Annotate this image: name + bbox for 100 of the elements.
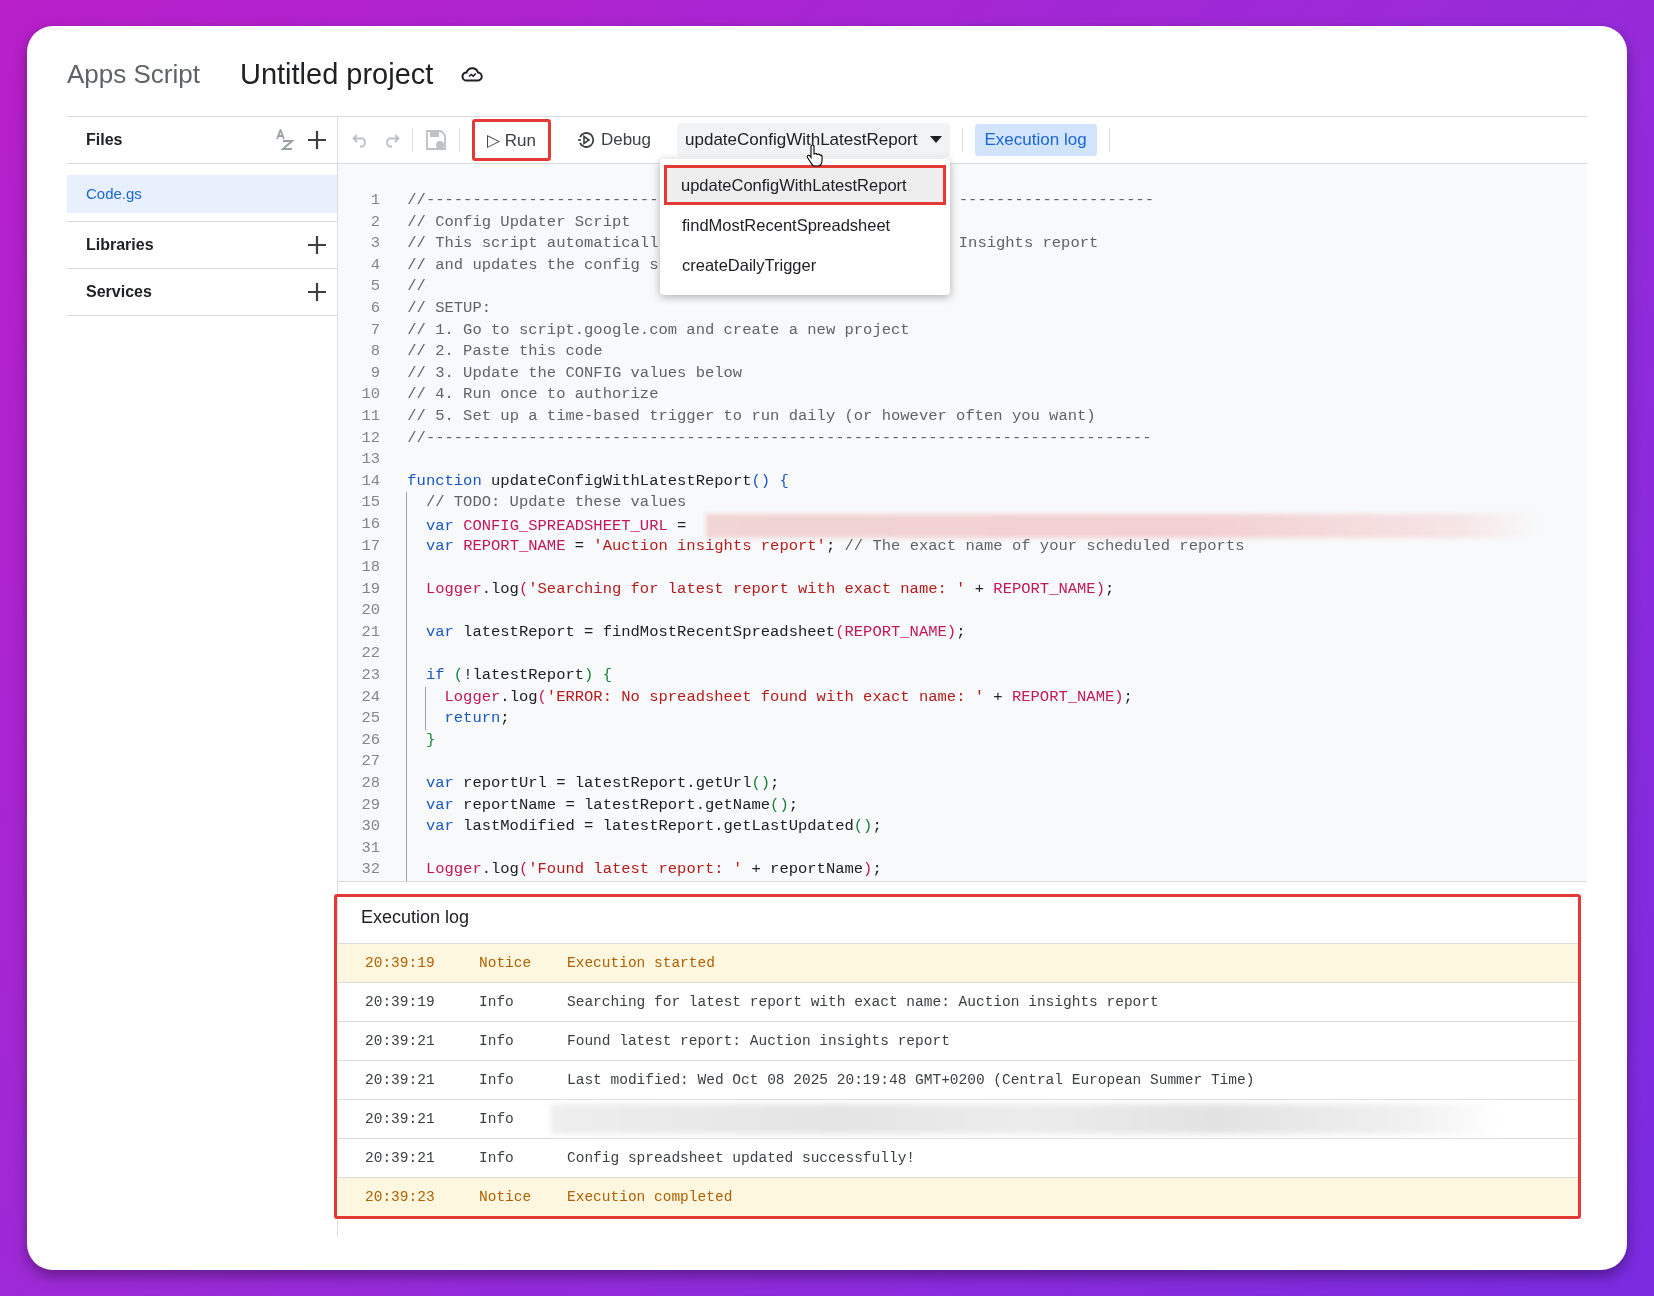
log-time: 20:39:19	[364, 994, 436, 1010]
code-line: Logger.log('ERROR: No spreadsheet found with exact name: ' + REPORT_NAME);	[444, 686, 1133, 708]
menu-item[interactable]: createDailyTrigger	[664, 245, 946, 285]
code-line: // 4. Run once to authorize	[407, 384, 659, 406]
log-time: 20:39:23	[364, 1189, 436, 1205]
code-line: //	[407, 276, 426, 298]
code-line: var reportUrl = latestReport.getUrl();	[425, 773, 780, 795]
project-title[interactable]: Untitled project	[239, 57, 434, 91]
line-number: 30	[360, 816, 380, 838]
line-number: 9	[369, 362, 380, 384]
log-message: Searching for latest report with exact name: Auction insights report	[567, 994, 1159, 1010]
product-name: Apps Script	[67, 58, 200, 90]
log-message: Execution started	[567, 955, 715, 971]
line-number: 23	[360, 665, 380, 687]
section-label: Services	[86, 283, 152, 301]
log-message: Found latest report: Auction insights report	[567, 1033, 950, 1049]
log-level: Info	[479, 1033, 515, 1049]
line-number: 27	[360, 751, 380, 773]
log-level: Info	[479, 994, 515, 1010]
menu-item[interactable]: updateConfigWithLatestReport	[664, 165, 946, 205]
line-number: 20	[360, 600, 380, 622]
run-button[interactable]: ▷ Run	[472, 119, 551, 161]
code-line: // 2. Paste this code	[407, 341, 603, 363]
code-line: Insights report	[958, 233, 1099, 255]
function-select[interactable]: updateConfigWithLatestReport	[677, 123, 950, 157]
log-time: 20:39:21	[364, 1033, 436, 1049]
add-icon[interactable]	[307, 130, 327, 150]
line-number: 19	[360, 578, 380, 600]
line-number: 11	[360, 405, 380, 427]
code-editor[interactable]	[338, 164, 1587, 882]
code-line: var reportName = latestReport.getName();	[425, 794, 798, 816]
line-number: 17	[360, 535, 380, 557]
add-icon[interactable]	[307, 235, 327, 255]
section-label: Libraries	[86, 236, 154, 254]
log-level: Notice	[479, 955, 533, 971]
line-number: 21	[360, 621, 380, 643]
code-line: // 1. Go to script.google.com and create a new project	[407, 319, 910, 341]
line-number: 25	[360, 708, 380, 730]
line-number: 1	[369, 190, 380, 211]
code-line: var REPORT_NAME = 'Auction insights report'; // The exact name of your scheduled reports	[425, 535, 1245, 557]
line-number: 7	[369, 319, 380, 341]
line-number: 16	[360, 513, 380, 535]
code-line: //------------------------------------------------------------------------------	[407, 427, 1152, 449]
code-line: // Config Updater Script	[407, 211, 631, 233]
file-item[interactable]: Code.gs	[67, 175, 337, 213]
line-number: 10	[360, 384, 380, 406]
code-line: //-------------------------	[407, 190, 659, 211]
code-line: var lastModified = latestReport.getLastUpdated();	[425, 816, 882, 838]
log-level: Info	[479, 1150, 515, 1166]
line-number: 28	[360, 773, 380, 795]
log-level: Notice	[479, 1189, 533, 1205]
code-line: Logger.log('Found latest report: ' + reportName);	[425, 859, 882, 881]
log-time: 20:39:21	[364, 1150, 436, 1166]
log-message: Config spreadsheet updated successfully!	[567, 1150, 916, 1166]
log-level: Info	[479, 1111, 515, 1127]
log-time: 20:39:19	[364, 955, 436, 971]
debug-button[interactable]: Debug	[562, 119, 666, 161]
log-time: 20:39:21	[364, 1111, 436, 1127]
line-number: 8	[369, 341, 380, 363]
code-line: if (!latestReport) {	[425, 665, 612, 687]
code-line: // and updates the config s	[407, 254, 659, 276]
line-number: 24	[360, 686, 380, 708]
caret-icon	[929, 136, 942, 144]
menu-item[interactable]: findMostRecentSpreadsheet	[664, 205, 946, 245]
line-number: 4	[369, 254, 380, 276]
code-line: // SETUP:	[407, 297, 492, 319]
line-number: 13	[360, 449, 380, 471]
line-number: 14	[360, 470, 380, 492]
code-line: var CONFIG_SPREADSHEET_URL =	[425, 513, 1537, 538]
code-line: // 3. Update the CONFIG values below	[407, 362, 743, 384]
code-line: // 5. Set up a time-based trigger to run daily (or however often you want)	[407, 405, 1096, 427]
code-line: }	[425, 729, 436, 751]
add-icon[interactable]	[307, 282, 327, 302]
line-number: 6	[369, 297, 380, 319]
line-number: 18	[360, 557, 380, 579]
line-number: 12	[360, 427, 380, 449]
code-line: // TODO: Update these values	[425, 492, 687, 514]
execution-log-button[interactable]: Execution log	[974, 124, 1097, 156]
debug-icon	[576, 131, 595, 149]
line-number: 29	[360, 794, 380, 816]
files-label: Files	[86, 131, 123, 149]
code-line: ---------------------	[958, 190, 1155, 211]
line-number: 31	[360, 837, 380, 859]
line-number: 26	[360, 729, 380, 751]
cloud-icon	[461, 66, 484, 82]
code-line: var latestReport = findMostRecentSpreadsheet(REPORT_NAME);	[425, 621, 966, 643]
line-number: 15	[360, 492, 380, 514]
code-line: return;	[444, 708, 510, 730]
line-number: 2	[369, 211, 380, 233]
log-message: Last modified: Wed Oct 08 2025 20:19:48 GMT+0200 (Central European Summer Time)	[567, 1072, 1255, 1088]
code-line: Logger.log('Searching for latest report with exact name: ' + REPORT_NAME);	[425, 578, 1115, 600]
log-level: Info	[479, 1072, 515, 1088]
code-line: // This script automaticall	[407, 233, 659, 255]
log-time: 20:39:21	[364, 1072, 436, 1088]
line-number: 3	[369, 233, 380, 255]
line-number: 5	[369, 276, 380, 298]
line-number: 32	[360, 859, 380, 881]
log-message: Execution completed	[567, 1189, 733, 1205]
line-number: 22	[360, 643, 380, 665]
code-line: function updateConfigWithLatestReport() {	[407, 470, 789, 492]
